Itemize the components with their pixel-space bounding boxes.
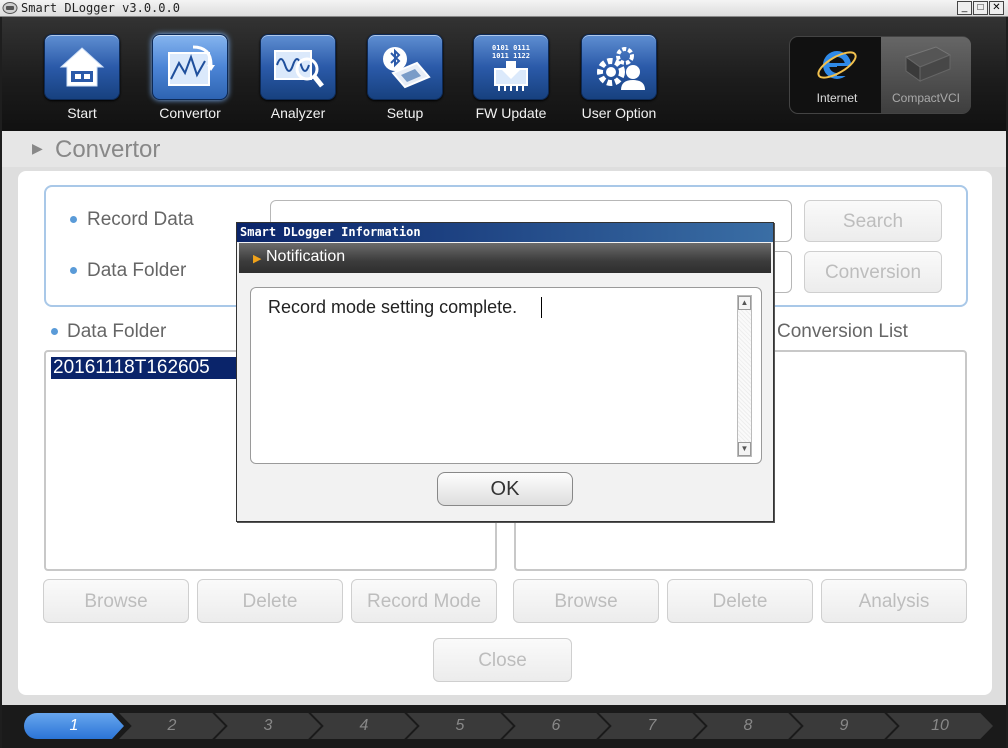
toolbar-analyzer-button[interactable]: Analyzer xyxy=(253,34,343,121)
analyzer-icon xyxy=(274,50,324,88)
toolbar-fw-update-button[interactable]: 0101 0111 1011 1122 FW Update xyxy=(466,34,556,121)
text-caret xyxy=(541,297,542,318)
step-8[interactable]: 8 xyxy=(695,713,801,739)
step-1[interactable]: 1 xyxy=(24,713,124,739)
compactvci-label: CompactVCI xyxy=(891,91,961,105)
user-option-icon xyxy=(597,47,645,90)
close-panel-button[interactable]: Close xyxy=(433,638,572,682)
step-9[interactable]: 9 xyxy=(791,713,897,739)
window-title: Smart DLogger v3.0.0.0 xyxy=(21,1,180,15)
list-item-selected[interactable]: 20161118T162605 xyxy=(51,357,237,379)
step-4[interactable]: 4 xyxy=(311,713,417,739)
toolbar-user-option-button[interactable]: User Option xyxy=(574,34,664,121)
svg-text:1011 1122: 1011 1122 xyxy=(492,52,530,60)
svg-text:0101 0111: 0101 0111 xyxy=(492,44,530,52)
internet-explorer-icon xyxy=(817,51,857,79)
section-arrow-icon: ▶ xyxy=(32,140,43,156)
step-6[interactable]: 6 xyxy=(503,713,609,739)
bullet-icon xyxy=(51,328,58,335)
compactvci-icon xyxy=(904,46,952,82)
external-tools-group: Internet CompactVCI xyxy=(789,36,971,114)
ok-button[interactable]: OK xyxy=(437,472,573,506)
scroll-down-icon[interactable]: ▼ xyxy=(738,442,751,456)
data-folder-delete-button[interactable]: Delete xyxy=(197,579,343,623)
step-10[interactable]: 10 xyxy=(887,713,993,739)
dialog-message-box[interactable]: Record mode setting complete. ▲ ▼ xyxy=(250,287,762,464)
internet-label: Internet xyxy=(816,91,858,105)
compactvci-button[interactable]: CompactVCI xyxy=(881,37,971,113)
conversion-delete-button[interactable]: Delete xyxy=(667,579,813,623)
toolbar-user-option-label: User Option xyxy=(581,105,657,121)
toolbar-start-label: Start xyxy=(67,105,97,121)
bullet-icon xyxy=(70,267,77,274)
toolbar-setup-label: Setup xyxy=(386,105,424,121)
dialog-header: ▶ Notification xyxy=(239,243,771,273)
data-folder-list-title: Data Folder xyxy=(67,321,167,342)
section-header: ▶ Convertor xyxy=(2,131,1006,167)
app-icon xyxy=(2,2,18,14)
setup-icon xyxy=(383,47,431,89)
dialog-scrollbar[interactable]: ▲ ▼ xyxy=(737,295,752,457)
toolbar-start-button[interactable]: Start xyxy=(37,34,127,121)
record-data-label: Record Data xyxy=(87,209,194,230)
toolbar-setup-button[interactable]: Setup xyxy=(360,34,450,121)
step-2[interactable]: 2 xyxy=(119,713,225,739)
dialog-header-title: Notification xyxy=(266,248,346,265)
conversion-browse-button[interactable]: Browse xyxy=(513,579,659,623)
minimize-button[interactable]: _ xyxy=(957,1,972,15)
step-progress-bar: 1 2 3 4 5 6 7 8 9 10 xyxy=(2,705,1006,748)
internet-button[interactable]: Internet xyxy=(792,37,882,113)
dialog-title: Smart DLogger Information xyxy=(237,223,773,242)
information-dialog: Smart DLogger Information ▶ Notification… xyxy=(236,222,774,522)
notification-arrow-icon: ▶ xyxy=(253,253,262,265)
toolbar-analyzer-label: Analyzer xyxy=(270,105,326,121)
section-title: Convertor xyxy=(55,136,161,163)
home-icon xyxy=(59,47,105,87)
analysis-button[interactable]: Analysis xyxy=(821,579,967,623)
window-titlebar: Smart DLogger v3.0.0.0 _ □ ✕ xyxy=(0,0,1008,17)
convertor-icon xyxy=(168,45,215,86)
main-toolbar: Start Convertor Analyzer Setup 0101 0111… xyxy=(2,17,1006,131)
toolbar-fw-update-label: FW Update xyxy=(475,105,547,121)
toolbar-convertor-label: Convertor xyxy=(159,105,221,121)
close-window-button[interactable]: ✕ xyxy=(989,1,1004,15)
record-mode-button[interactable]: Record Mode xyxy=(351,579,497,623)
bullet-icon xyxy=(70,216,77,223)
toolbar-convertor-button[interactable]: Convertor xyxy=(145,34,235,121)
step-3[interactable]: 3 xyxy=(215,713,321,739)
data-folder-browse-button[interactable]: Browse xyxy=(43,579,189,623)
conversion-button[interactable]: Conversion xyxy=(804,251,942,293)
scroll-up-icon[interactable]: ▲ xyxy=(738,296,751,310)
step-5[interactable]: 5 xyxy=(407,713,513,739)
data-folder-label: Data Folder xyxy=(87,260,187,281)
step-7[interactable]: 7 xyxy=(599,713,705,739)
search-button[interactable]: Search xyxy=(804,200,942,242)
conversion-list-title: Conversion List xyxy=(777,321,908,342)
maximize-button[interactable]: □ xyxy=(973,1,988,15)
dialog-message: Record mode setting complete. xyxy=(268,297,518,317)
fw-update-icon: 0101 0111 1011 1122 xyxy=(492,44,530,91)
